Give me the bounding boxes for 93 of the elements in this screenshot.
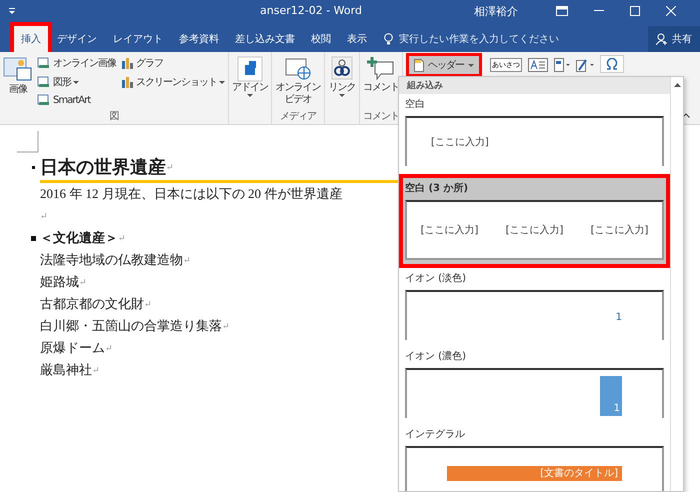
gallery-item[interactable]: 空白 [ここに入力] [399,94,670,172]
section-header: 組み込み [399,77,670,94]
ribbon-icon [236,56,264,82]
gallery-item[interactable]: イオン (淡色) 1 [399,268,670,346]
group-label: メディア [280,110,316,123]
ribbon-button[interactable]: グラフ [119,54,226,72]
lightbulb-icon [384,33,393,45]
collapse-ribbon-icon[interactable] [682,113,690,118]
paragraph-mark: ↵ [166,162,174,172]
gallery-item[interactable]: 空白 (3 か所) [ここに入力] [ここに入力] [ここに入力] [399,174,670,268]
ribbon-button[interactable]: リンク [327,54,357,123]
caret-icon [468,64,474,66]
body-text: 原爆ドーム [40,339,105,357]
body-text: 白川郷・五箇山の合掌造り集落 [40,317,222,335]
body-text: 法隆寺地域の仏教建造物 [40,251,183,269]
placeholder-text: [ここに入力] [590,224,648,237]
paragraph-mark: ↵ [92,364,100,376]
ribbon-button[interactable]: SmartArt [36,92,117,108]
user-name[interactable]: 相澤裕介 [474,4,518,18]
ribbon-button[interactable]: オンラインビデオ [274,54,322,109]
ribbon-tab[interactable]: 校閲 [304,26,338,52]
window-title: anser12-02 - Word [260,4,362,17]
caret-icon [219,80,225,84]
ribbon-tab[interactable]: 差し込み文書 [228,26,302,52]
minimize-icon[interactable] [594,10,604,12]
ribbon-button[interactable]: コメント [362,54,400,109]
ribbon-button[interactable]: オンライン画像 [36,54,117,72]
margin-corner-mark [17,131,39,153]
body-text: ＜文化遺産＞ [40,229,118,247]
omega-icon [606,58,618,70]
bullet-icon [31,236,36,240]
caret-icon [339,94,345,97]
paragraph-mark: ↵ [40,210,48,222]
placeholder-text: [ここに入力] [431,136,489,149]
paragraph-mark: ↵ [105,342,113,354]
ribbon-icon [367,56,395,82]
share-button[interactable]: 共有 [648,26,700,52]
ribbon-tab[interactable]: レイアウト [106,26,170,52]
ribbon-tab[interactable]: 参考資料 [172,26,226,52]
paragraph-mark: ↵ [144,298,152,310]
group-label: 図 [110,110,118,123]
scroll-up-icon[interactable] [674,83,680,87]
page-number: 1 [600,376,622,416]
group-label: コメント [363,110,399,123]
gallery-item-label: 空白 [405,98,426,111]
body-text: 姫路城 [40,273,79,291]
chart-icon [120,57,134,69]
paragraph-mark: ↵ [183,254,191,266]
chart-icon [120,76,134,88]
tell-me-field[interactable]: 実行したい作業を入力してください [397,32,591,46]
paragraph-mark: ↵ [118,232,126,244]
small-icon [37,76,51,88]
paragraph-mark: ↵ [79,276,87,288]
page-icon [414,58,424,72]
scrollbar[interactable] [670,77,683,491]
caret-icon [247,94,253,97]
gallery-item[interactable]: インテグラル [文書のタイトル] [399,424,670,491]
person-icon [656,33,668,45]
placeholder-text: [ここに入力] [420,224,478,237]
body-text: 2016 年 12 月現在、日本には以下の 20 件が世界遺産 [40,185,342,203]
ribbon-icon [284,56,312,82]
ribbon-display-icon[interactable] [556,6,568,16]
ribbon-button[interactable]: 図形 [36,73,117,91]
ribbon-tab[interactable]: 挿入 [14,26,48,52]
signature-line-icon[interactable] [576,58,594,72]
gallery-item-label: 空白 (3 か所) [405,182,470,195]
ribbon-button[interactable]: 画像 [2,54,34,109]
title-bar-preview: [文書のタイトル] [447,466,622,481]
body-text: 厳島神社 [40,361,92,379]
ribbon-tab[interactable]: デザイン [50,26,104,52]
ribbon-button[interactable]: アドイン [231,54,269,123]
ribbon-button[interactable]: ヘッダー [409,56,479,74]
small-icon [37,57,51,69]
paragraph-mark: ↵ [222,320,230,332]
body-text: 古都京都の文化財 [40,295,144,313]
small-icon [37,94,51,106]
ribbon-tab[interactable]: 表示 [340,26,374,52]
ribbon-button[interactable]: スクリーンショット [119,73,226,91]
maximize-icon[interactable] [630,6,640,16]
gallery-item-label: イオン (濃色) [405,350,467,363]
gallery-item-label: イオン (淡色) [405,272,467,285]
document-heading: 日本の世界遺産 [40,156,166,179]
page-number: 1 [616,312,622,323]
bullet-icon [32,166,35,168]
caret-icon [73,80,79,84]
gallery-item-label: インテグラル [405,428,466,441]
customize-toolbar-icon[interactable] [8,7,16,15]
gallery-item[interactable]: イオン (濃色) 1 [399,346,670,424]
placeholder-text: [ここに入力] [506,224,564,237]
symbol-button[interactable] [600,55,624,73]
close-icon[interactable] [666,6,676,16]
document-parts-icon[interactable] [554,58,570,72]
text-box-icon[interactable] [528,58,548,72]
